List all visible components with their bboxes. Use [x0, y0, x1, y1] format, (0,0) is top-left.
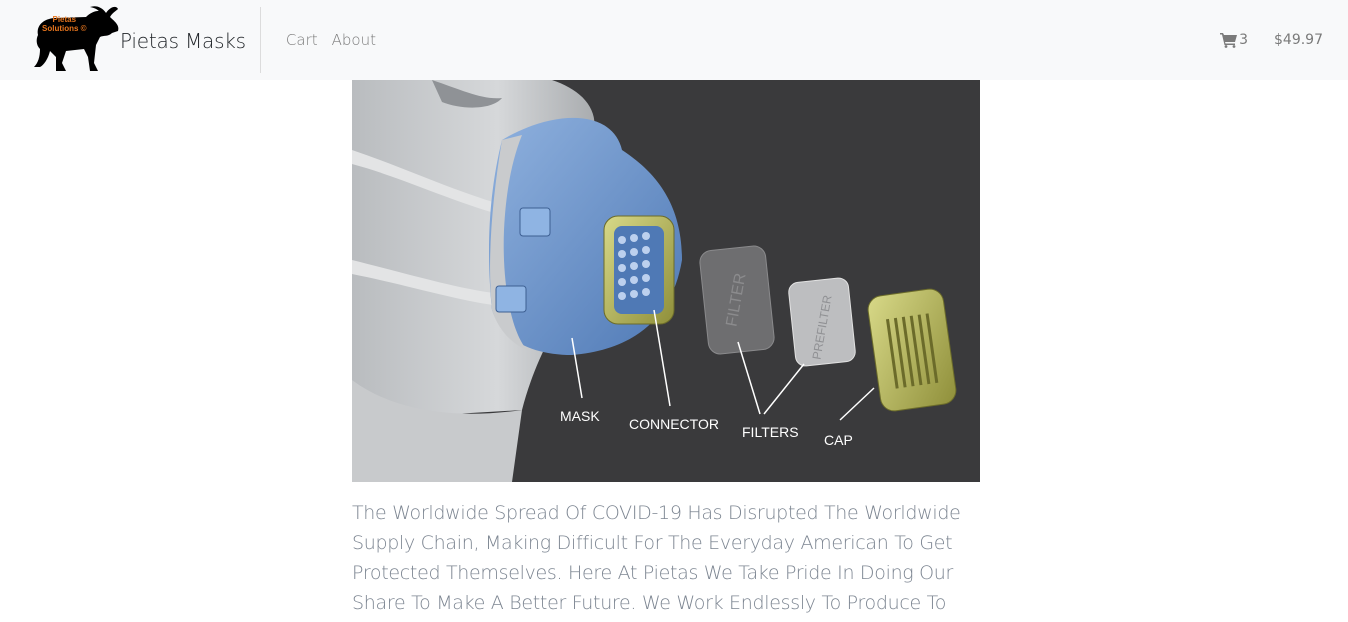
intro-paragraph: The Worldwide Spread Of COVID-19 Has Dis…	[352, 502, 961, 614]
nav-right: 3 $49.97	[1220, 0, 1323, 80]
nav-link-about[interactable]: About	[332, 31, 376, 49]
cart-count: 3	[1239, 32, 1248, 48]
nav-links: Cart About	[286, 31, 390, 49]
brand-name[interactable]: Pietas Masks	[120, 29, 246, 53]
logo-text-1: Pietas	[52, 15, 77, 24]
label-filters: FILTERS	[742, 424, 799, 440]
buffalo-logo: Pietas Solutions ©	[30, 5, 122, 75]
mask-product-image: FILTER PREFILTER MASK CONNECTOR FILTERS …	[352, 80, 980, 482]
label-mask: MASK	[560, 408, 600, 424]
navbar-divider	[259, 7, 261, 73]
label-connector: CONNECTOR	[629, 416, 719, 432]
label-cap: CAP	[824, 432, 853, 448]
nav-link-cart[interactable]: Cart	[286, 31, 318, 49]
cart-total: $49.97	[1274, 32, 1323, 48]
logo-text-2: Solutions ©	[42, 24, 87, 33]
top-navbar: Pietas Solutions © Pietas Masks Cart Abo…	[0, 0, 1348, 80]
cart-button[interactable]: 3	[1220, 32, 1248, 48]
shopping-cart-icon	[1220, 33, 1238, 48]
brand-link[interactable]: Pietas Solutions © Pietas Masks	[30, 0, 246, 80]
